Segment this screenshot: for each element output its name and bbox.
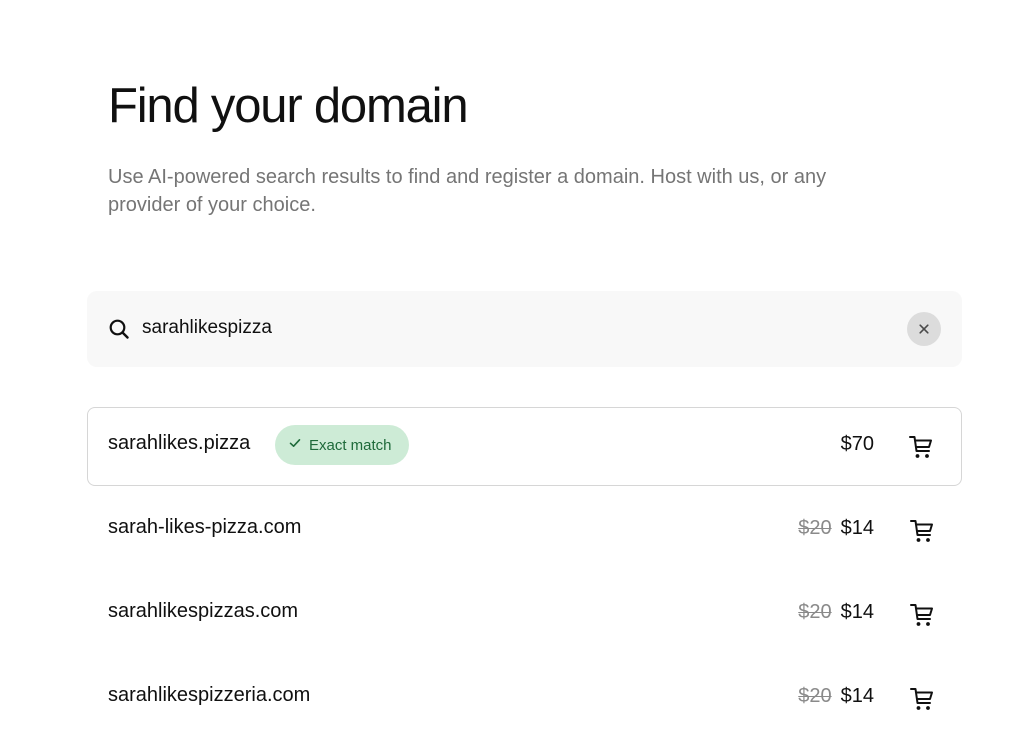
domain-results-list: sarahlikes.pizza Exact match $70 sarah-l… xyxy=(87,407,962,738)
price-area: $20 $14 xyxy=(798,515,874,541)
search-icon xyxy=(108,318,130,340)
add-to-cart-button[interactable] xyxy=(907,599,937,629)
price: $70 xyxy=(840,433,874,455)
search-input[interactable] xyxy=(142,313,882,343)
price: $14 xyxy=(840,685,874,707)
cart-icon xyxy=(907,520,937,548)
add-to-cart-button[interactable] xyxy=(906,431,936,461)
cart-icon xyxy=(907,604,937,632)
page-title: Find your domain xyxy=(108,79,469,133)
domain-result-row[interactable]: sarahlikespizzas.com $20 $14 xyxy=(87,575,962,654)
domain-result-row[interactable]: sarahlikespizzeria.com $20 $14 xyxy=(87,659,962,738)
price: $14 xyxy=(840,601,874,623)
original-price: $20 xyxy=(798,517,832,539)
domain-result-row[interactable]: sarah-likes-pizza.com $20 $14 xyxy=(87,491,962,570)
domain-name: sarah-likes-pizza.com xyxy=(108,516,302,538)
original-price: $20 xyxy=(798,601,832,623)
badge-label: Exact match xyxy=(309,436,392,454)
domain-search-box[interactable] xyxy=(87,291,962,367)
cart-icon xyxy=(906,436,936,464)
price-area: $70 xyxy=(841,431,874,457)
price-area: $20 $14 xyxy=(798,683,874,709)
cart-icon xyxy=(907,688,937,716)
original-price: $20 xyxy=(798,685,832,707)
domain-name: sarahlikespizzeria.com xyxy=(108,684,311,706)
page-subtitle: Use AI-powered search results to find an… xyxy=(108,166,827,216)
domain-name: sarahlikespizzas.com xyxy=(108,600,299,622)
price: $14 xyxy=(840,517,874,539)
domain-result-row[interactable]: sarahlikes.pizza Exact match $70 xyxy=(87,407,962,486)
price-area: $20 $14 xyxy=(798,599,874,625)
check-icon xyxy=(289,436,309,454)
domain-name: sarahlikes.pizza xyxy=(108,432,251,454)
clear-search-button[interactable] xyxy=(907,312,941,346)
add-to-cart-button[interactable] xyxy=(907,515,937,545)
add-to-cart-button[interactable] xyxy=(907,683,937,713)
exact-match-badge: Exact match xyxy=(275,425,409,465)
